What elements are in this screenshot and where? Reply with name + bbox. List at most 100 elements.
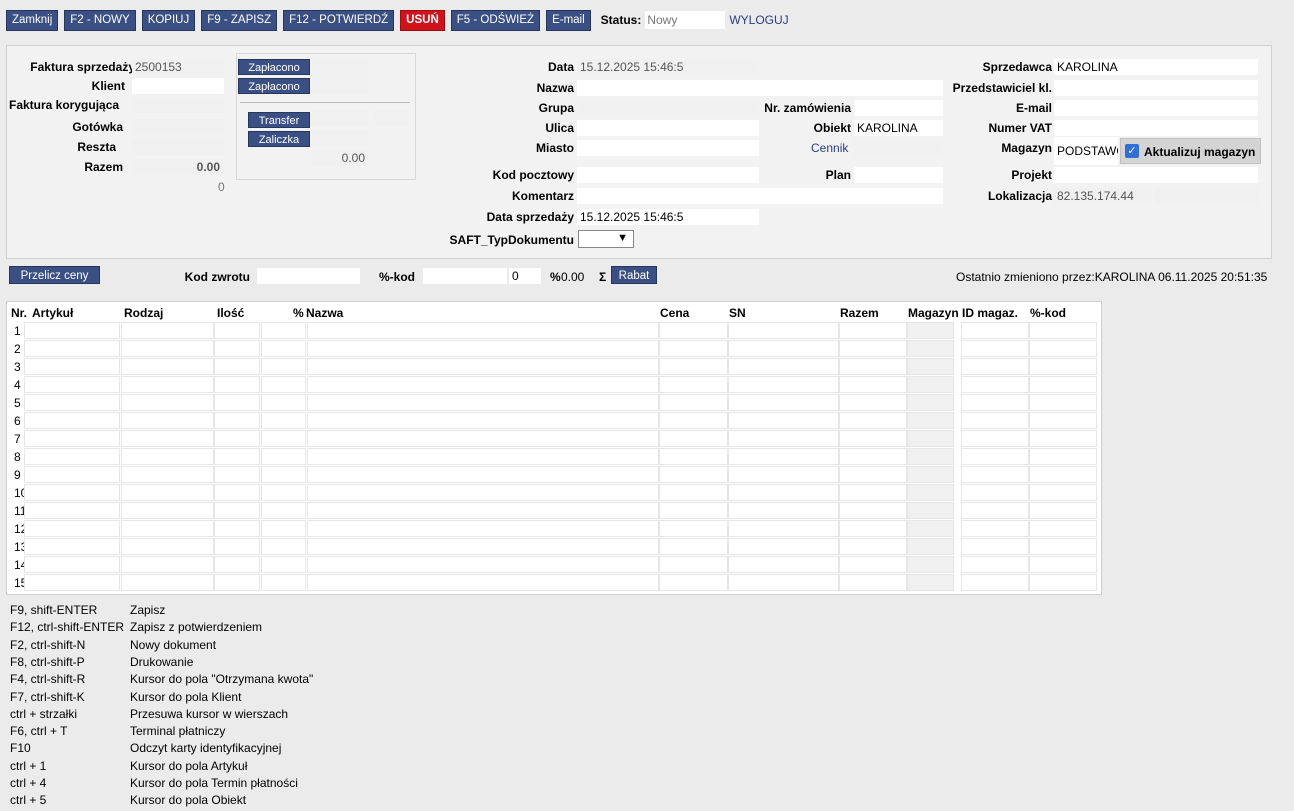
table-cell[interactable]	[839, 394, 907, 411]
table-cell[interactable]	[907, 430, 954, 447]
table-cell[interactable]	[24, 340, 120, 357]
group-input[interactable]	[577, 100, 759, 116]
transfer-field[interactable]	[312, 110, 368, 126]
paid-field-1[interactable]	[312, 59, 368, 75]
vat-input[interactable]	[1054, 120, 1258, 136]
table-cell[interactable]	[961, 322, 1029, 339]
table-cell[interactable]	[214, 376, 260, 393]
table-cell[interactable]	[307, 340, 659, 357]
table-cell[interactable]	[659, 484, 728, 501]
advance-button[interactable]: Zaliczka	[248, 131, 310, 147]
table-cell[interactable]	[728, 322, 839, 339]
logout-link[interactable]: WYLOGUJ	[729, 13, 788, 27]
table-cell[interactable]	[214, 466, 260, 483]
table-cell[interactable]	[1029, 430, 1097, 447]
table-cell[interactable]	[961, 538, 1029, 555]
client-rep-input[interactable]	[1054, 80, 1258, 96]
table-cell[interactable]	[1029, 556, 1097, 573]
table-cell[interactable]	[307, 412, 659, 429]
table-cell[interactable]	[121, 340, 214, 357]
transfer-extra-field[interactable]	[373, 110, 408, 126]
client-input[interactable]	[132, 78, 224, 94]
table-cell[interactable]	[961, 574, 1029, 591]
table-cell[interactable]	[214, 556, 260, 573]
table-cell[interactable]	[961, 430, 1029, 447]
table-cell[interactable]	[214, 574, 260, 591]
table-cell[interactable]	[907, 358, 954, 375]
checkbox-checked-icon[interactable]: ✓	[1125, 144, 1139, 158]
table-cell[interactable]	[961, 484, 1029, 501]
table-cell[interactable]	[307, 520, 659, 537]
table-cell[interactable]	[1029, 466, 1097, 483]
table-cell[interactable]	[214, 322, 260, 339]
table-cell[interactable]	[839, 340, 907, 357]
table-cell[interactable]	[307, 484, 659, 501]
table-cell[interactable]	[261, 556, 306, 573]
table-cell[interactable]	[839, 538, 907, 555]
table-cell[interactable]	[659, 448, 728, 465]
table-cell[interactable]	[1029, 538, 1097, 555]
table-cell[interactable]	[24, 394, 120, 411]
table-cell[interactable]	[307, 538, 659, 555]
table-cell[interactable]	[307, 358, 659, 375]
table-cell[interactable]	[1029, 394, 1097, 411]
table-cell[interactable]	[839, 484, 907, 501]
table-cell[interactable]	[24, 484, 120, 501]
order-number-input[interactable]	[854, 100, 943, 116]
update-warehouse-toggle[interactable]: ✓ Aktualizuj magazyn	[1120, 138, 1261, 164]
table-cell[interactable]	[214, 412, 260, 429]
table-cell[interactable]	[839, 376, 907, 393]
table-cell[interactable]	[728, 538, 839, 555]
table-cell[interactable]	[1029, 322, 1097, 339]
delete-button[interactable]: USUŃ	[400, 9, 445, 31]
table-cell[interactable]	[961, 340, 1029, 357]
advance-field[interactable]	[312, 130, 368, 146]
table-cell[interactable]	[261, 412, 306, 429]
table-cell[interactable]	[24, 502, 120, 519]
table-cell[interactable]	[214, 448, 260, 465]
table-cell[interactable]	[24, 466, 120, 483]
table-cell[interactable]	[961, 394, 1029, 411]
table-cell[interactable]	[24, 358, 120, 375]
table-cell[interactable]	[261, 322, 306, 339]
table-cell[interactable]	[261, 574, 306, 591]
sale-date-input[interactable]: 15.12.2025 15:46:5	[577, 209, 759, 225]
table-cell[interactable]	[659, 412, 728, 429]
city-input[interactable]	[577, 140, 759, 156]
table-cell[interactable]	[728, 412, 839, 429]
table-cell[interactable]	[961, 358, 1029, 375]
pricelist-link[interactable]: Cennik	[811, 141, 848, 155]
table-cell[interactable]	[839, 466, 907, 483]
table-cell[interactable]	[121, 502, 214, 519]
table-cell[interactable]	[907, 484, 954, 501]
table-cell[interactable]	[1029, 340, 1097, 357]
table-cell[interactable]	[307, 430, 659, 447]
table-cell[interactable]	[24, 574, 120, 591]
table-cell[interactable]	[839, 322, 907, 339]
table-cell[interactable]	[907, 466, 954, 483]
table-cell[interactable]	[261, 376, 306, 393]
table-cell[interactable]	[839, 430, 907, 447]
table-cell[interactable]	[907, 376, 954, 393]
table-cell[interactable]	[307, 448, 659, 465]
return-code-input[interactable]	[257, 268, 360, 284]
table-cell[interactable]	[307, 466, 659, 483]
table-cell[interactable]	[121, 358, 214, 375]
transfer-button[interactable]: Transfer	[248, 112, 310, 128]
table-cell[interactable]	[24, 376, 120, 393]
table-cell[interactable]	[659, 520, 728, 537]
comment-input[interactable]	[577, 188, 943, 204]
table-cell[interactable]	[1029, 502, 1097, 519]
table-cell[interactable]	[24, 448, 120, 465]
table-cell[interactable]	[839, 502, 907, 519]
table-cell[interactable]	[214, 484, 260, 501]
table-cell[interactable]	[307, 556, 659, 573]
table-cell[interactable]	[24, 430, 120, 447]
close-button[interactable]: Zamknij	[6, 9, 59, 31]
table-cell[interactable]	[121, 574, 214, 591]
table-cell[interactable]	[121, 520, 214, 537]
project-input[interactable]	[1054, 167, 1258, 183]
table-cell[interactable]	[907, 520, 954, 537]
table-cell[interactable]	[728, 430, 839, 447]
paid-field-2[interactable]	[312, 78, 368, 94]
